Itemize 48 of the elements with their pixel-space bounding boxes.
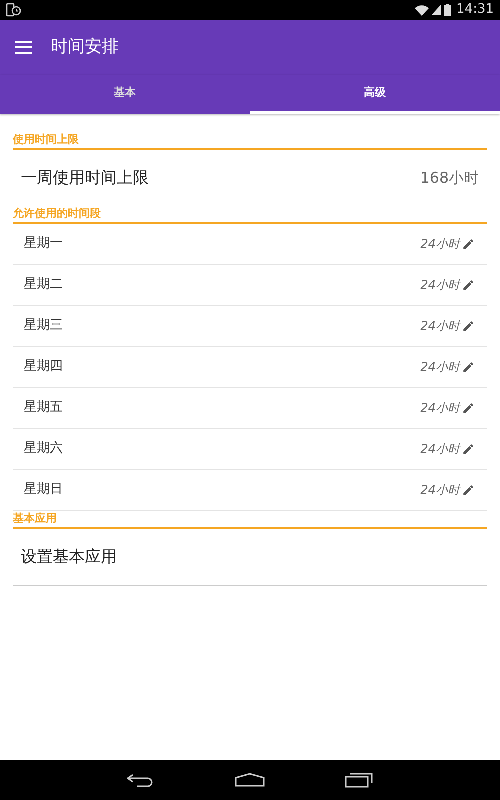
tab[interactable]: 基本: [0, 75, 250, 114]
pencil-icon[interactable]: [462, 278, 475, 292]
day-label: 星期六: [24, 440, 63, 458]
day-label: 星期日: [24, 481, 63, 500]
section-header: 基本应用: [13, 511, 487, 529]
status-time: 14:31: [456, 1, 494, 20]
day-row[interactable]: 星期日 24小时: [13, 470, 487, 511]
day-row[interactable]: 星期四 24小时: [13, 347, 487, 388]
hours-value: 24小时: [420, 236, 460, 253]
day-row[interactable]: 星期一 24小时: [13, 224, 487, 265]
day-label: 星期一: [24, 235, 63, 254]
day-row[interactable]: 星期五 24小时: [13, 388, 487, 429]
tab[interactable]: 高级: [250, 75, 500, 114]
pencil-icon[interactable]: [462, 360, 475, 374]
day-label: 星期三: [24, 317, 63, 336]
pencil-icon[interactable]: [462, 402, 475, 414]
day-label: 星期二: [24, 276, 63, 294]
day-label: 星期五: [24, 399, 63, 418]
wifi-icon: [414, 4, 429, 16]
setting-label: 设置基本应用: [21, 546, 117, 568]
setting-row[interactable]: 一周使用时间上限 168小时: [13, 150, 487, 206]
home-icon[interactable]: [235, 773, 265, 787]
day-row[interactable]: 星期二 24小时: [13, 265, 487, 306]
signal-icon: [432, 5, 441, 15]
back-icon[interactable]: [127, 773, 155, 787]
app-title: 时间安排: [51, 36, 119, 59]
section-header: 使用时间上限: [13, 132, 487, 150]
hours-value: 24小时: [420, 441, 460, 458]
pencil-icon[interactable]: [462, 238, 475, 250]
hours-value: 24小时: [420, 277, 460, 294]
pencil-icon[interactable]: [462, 484, 475, 496]
menu-icon[interactable]: [15, 41, 32, 54]
day-row[interactable]: 星期三 24小时: [13, 306, 487, 347]
hours-value: 24小时: [420, 400, 460, 417]
hours-value: 24小时: [420, 359, 460, 376]
day-label: 星期四: [24, 358, 63, 376]
phone-clock-icon: [6, 3, 22, 17]
setting-row[interactable]: 设置基本应用: [13, 529, 487, 585]
hours-value: 24小时: [420, 318, 460, 335]
section-header: 允许使用的时间段: [13, 206, 487, 224]
recent-apps-icon[interactable]: [345, 772, 373, 788]
setting-value: 168小时: [420, 168, 479, 189]
day-row[interactable]: 星期六 24小时: [13, 429, 487, 470]
hours-value: 24小时: [420, 482, 460, 499]
battery-icon: [444, 4, 451, 16]
pencil-icon[interactable]: [462, 442, 475, 456]
pencil-icon[interactable]: [462, 320, 475, 332]
setting-label: 一周使用时间上限: [21, 167, 149, 189]
